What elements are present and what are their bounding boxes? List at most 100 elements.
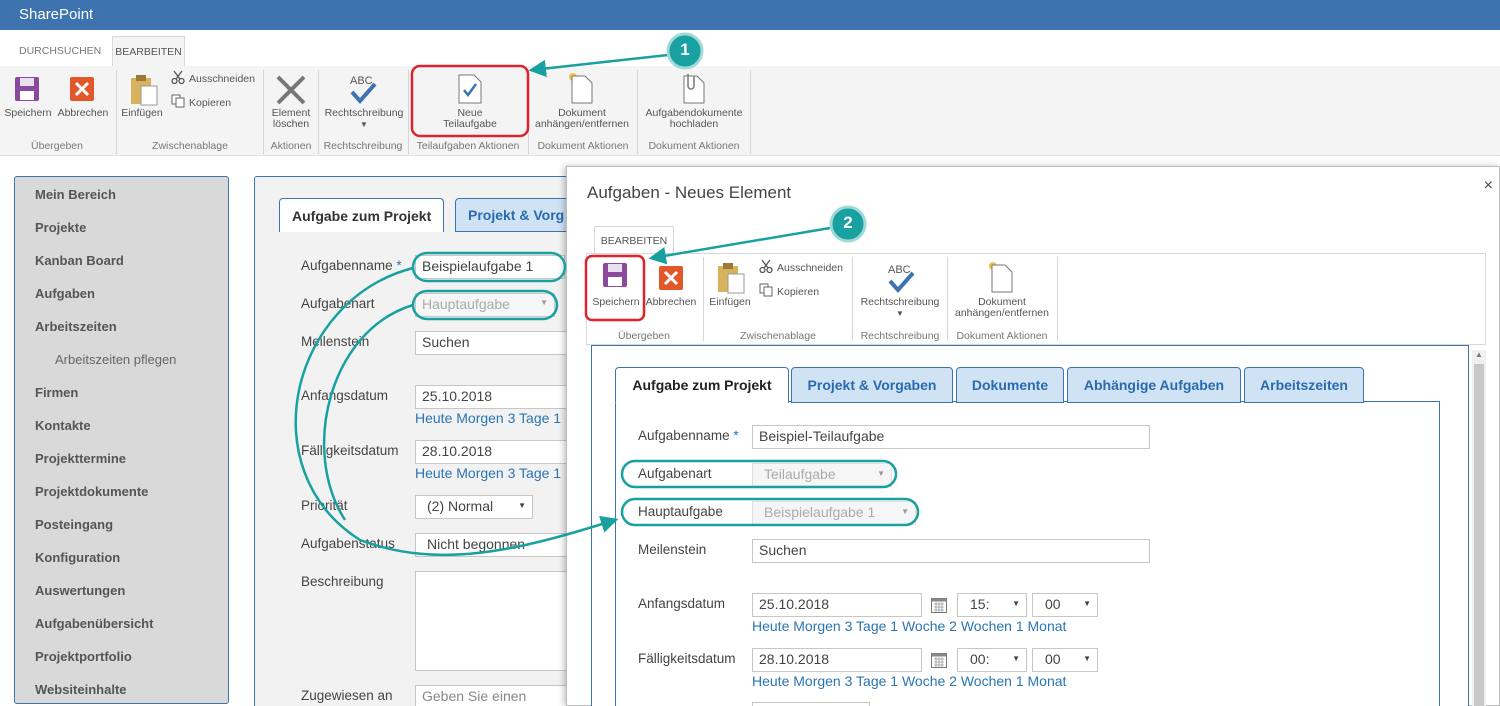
cancel-button[interactable]: Abbrechen: [56, 108, 110, 119]
start-hour-select[interactable]: 15: ▼: [957, 593, 1027, 617]
bg-due-quick-links[interactable]: Heute Morgen 3 Tage 1: [415, 465, 561, 481]
nav-item-contacts[interactable]: Kontakte: [35, 418, 91, 433]
due-minute-select[interactable]: 00 ▼: [1032, 648, 1098, 672]
nav-item-task-overview[interactable]: Aufgabenübersicht: [35, 616, 153, 631]
due-date-field[interactable]: 28.10.2018: [752, 648, 922, 672]
chevron-down-icon: ▼: [360, 120, 368, 129]
nav-item-portfolio[interactable]: Projektportfolio: [35, 649, 132, 664]
save-icon: [602, 262, 628, 293]
nav-item-maintain-worktimes[interactable]: Arbeitszeiten pflegen: [55, 352, 176, 367]
app-title[interactable]: SharePoint: [19, 6, 93, 23]
scroll-up-icon[interactable]: ▲: [1475, 350, 1483, 359]
new-subtask-label-2: Teilaufgabe: [443, 118, 497, 130]
dialog-tab-documents[interactable]: Dokumente: [956, 367, 1064, 403]
dialog-group-spelling: Rechtschreibung: [860, 330, 940, 342]
start-date-field[interactable]: 25.10.2018: [752, 593, 922, 617]
bg-type-select[interactable]: Hauptaufgabe ▼: [415, 293, 555, 317]
tab-edit[interactable]: BEARBEITEN: [112, 36, 185, 66]
parent-task-select[interactable]: Beispielaufgabe 1 ▼: [752, 501, 916, 525]
bg-priority-select[interactable]: (2) Normal ▼: [415, 495, 533, 519]
milestone-field[interactable]: Suchen: [752, 539, 1150, 563]
bg-label-status: Aufgabenstatus: [301, 536, 395, 551]
bg-milestone-field[interactable]: Suchen: [415, 331, 567, 355]
bg-description-field[interactable]: [415, 571, 567, 671]
nav-item-kanban[interactable]: Kanban Board: [35, 253, 124, 268]
task-type-select[interactable]: Teilaufgabe ▼: [752, 463, 892, 487]
label-milestone: Meilenstein: [638, 542, 707, 557]
dialog-scrollbar[interactable]: ▲: [1472, 350, 1486, 706]
paste-button[interactable]: Einfügen: [120, 108, 164, 119]
dialog-cut-button[interactable]: Ausschneiden: [759, 259, 843, 276]
due-date-quick-links[interactable]: Heute Morgen 3 Tage 1 Woche 2 Wochen 1 M…: [752, 673, 1066, 689]
calendar-icon[interactable]: [931, 597, 947, 618]
chevron-down-icon: ▼: [1083, 654, 1091, 663]
group-label-document-actions-2: Dokument Aktionen: [648, 140, 740, 152]
nav-item-inbox[interactable]: Posteingang: [35, 517, 113, 532]
upload-document-icon: [680, 72, 706, 109]
paste-icon: [716, 262, 746, 299]
save-icon: [14, 76, 40, 107]
chevron-down-icon: ▼: [1012, 599, 1020, 608]
nav-item-site-contents[interactable]: Websiteinhalte: [35, 682, 127, 697]
new-subtask-button[interactable]: Neue Teilaufgabe: [425, 108, 515, 130]
group-label-actions: Aktionen: [270, 140, 312, 152]
ribbon-tab-strip: DURCHSUCHEN BEARBEITEN: [0, 30, 1500, 66]
bg-status-select[interactable]: Nicht begonnen: [415, 533, 567, 557]
scrollbar-thumb[interactable]: [1474, 364, 1484, 706]
dialog-tab-project[interactable]: Projekt & Vorgaben: [791, 367, 953, 403]
task-name-field[interactable]: Beispiel-Teilaufgabe: [752, 425, 1150, 449]
copy-label: Kopieren: [777, 285, 820, 298]
spelling-label: Rechtschreibung: [324, 107, 404, 119]
upload-documents-button[interactable]: Aufgabendokumente hochladen: [640, 108, 748, 130]
chevron-down-icon: ▼: [1012, 654, 1020, 663]
due-hour-select[interactable]: 00: ▼: [957, 648, 1027, 672]
scissors-icon: [171, 70, 185, 87]
dialog-paste-button[interactable]: Einfügen: [708, 297, 752, 308]
dialog-tab-worktimes[interactable]: Arbeitszeiten: [1244, 367, 1364, 403]
nav-item-reports[interactable]: Auswertungen: [35, 583, 125, 598]
nav-item-project-dates[interactable]: Projekttermine: [35, 451, 126, 466]
chevron-down-icon: ▼: [901, 507, 909, 516]
nav-item-worktimes[interactable]: Arbeitszeiten: [35, 319, 117, 334]
next-field-partial[interactable]: [752, 702, 870, 706]
save-button[interactable]: Speichern: [4, 108, 52, 119]
dialog-cancel-button[interactable]: Abbrechen: [644, 297, 698, 308]
nav-item-my-area[interactable]: Mein Bereich: [35, 187, 116, 202]
close-icon[interactable]: ×: [1484, 177, 1493, 195]
cut-button[interactable]: Ausschneiden: [171, 70, 255, 87]
label-start-date: Anfangsdatum: [638, 596, 726, 611]
suite-bar: SharePoint: [0, 0, 1500, 30]
bg-due-date[interactable]: 28.10.2018: [415, 440, 567, 464]
spelling-button[interactable]: Rechtschreibung ▼: [322, 108, 406, 130]
bg-name-field[interactable]: Beispielaufgabe 1: [415, 255, 565, 279]
calendar-icon[interactable]: [931, 652, 947, 673]
start-date-quick-links[interactable]: Heute Morgen 3 Tage 1 Woche 2 Wochen 1 M…: [752, 618, 1066, 634]
dialog-save-button[interactable]: Speichern: [590, 297, 642, 308]
dialog-tab-edit[interactable]: BEARBEITEN: [594, 226, 674, 254]
dialog-spelling-button[interactable]: Rechtschreibung ▼: [856, 297, 944, 319]
nav-item-configuration[interactable]: Konfiguration: [35, 550, 120, 565]
start-minute-select[interactable]: 00 ▼: [1032, 593, 1098, 617]
nav-item-projects[interactable]: Projekte: [35, 220, 86, 235]
group-label-document-actions: Dokument Aktionen: [537, 140, 629, 152]
group-label-subtask-actions: Teilaufgaben Aktionen: [416, 140, 520, 152]
dialog-copy-button[interactable]: Kopieren: [759, 283, 819, 300]
nav-item-project-documents[interactable]: Projektdokumente: [35, 484, 148, 499]
nav-item-companies[interactable]: Firmen: [35, 385, 78, 400]
delete-item-button[interactable]: Element löschen: [266, 108, 316, 130]
bg-label-type: Aufgabenart: [301, 296, 375, 311]
nav-item-tasks[interactable]: Aufgaben: [35, 286, 95, 301]
dialog-tab-task[interactable]: Aufgabe zum Projekt: [615, 367, 789, 403]
attach-document-button[interactable]: Dokument anhängen/entfernen: [531, 108, 633, 130]
bg-label-name: Aufgabenname *: [301, 258, 402, 273]
tab-browse[interactable]: DURCHSUCHEN: [15, 36, 105, 66]
bg-assigned-field[interactable]: Geben Sie einen Name: [415, 685, 567, 706]
copy-button[interactable]: Kopieren: [171, 94, 231, 111]
bg-label-assigned: Zugewiesen an: [301, 688, 393, 703]
dialog-tab-dependent-tasks[interactable]: Abhängige Aufgaben: [1067, 367, 1241, 403]
bg-start-quick-links[interactable]: Heute Morgen 3 Tage 1: [415, 410, 561, 426]
dialog-attach-button[interactable]: Dokument anhängen/entfernen: [951, 297, 1053, 319]
bg-tab-task[interactable]: Aufgabe zum Projekt: [279, 198, 445, 232]
bg-start-date[interactable]: 25.10.2018: [415, 385, 567, 409]
upload-label-2: hochladen: [669, 118, 719, 130]
